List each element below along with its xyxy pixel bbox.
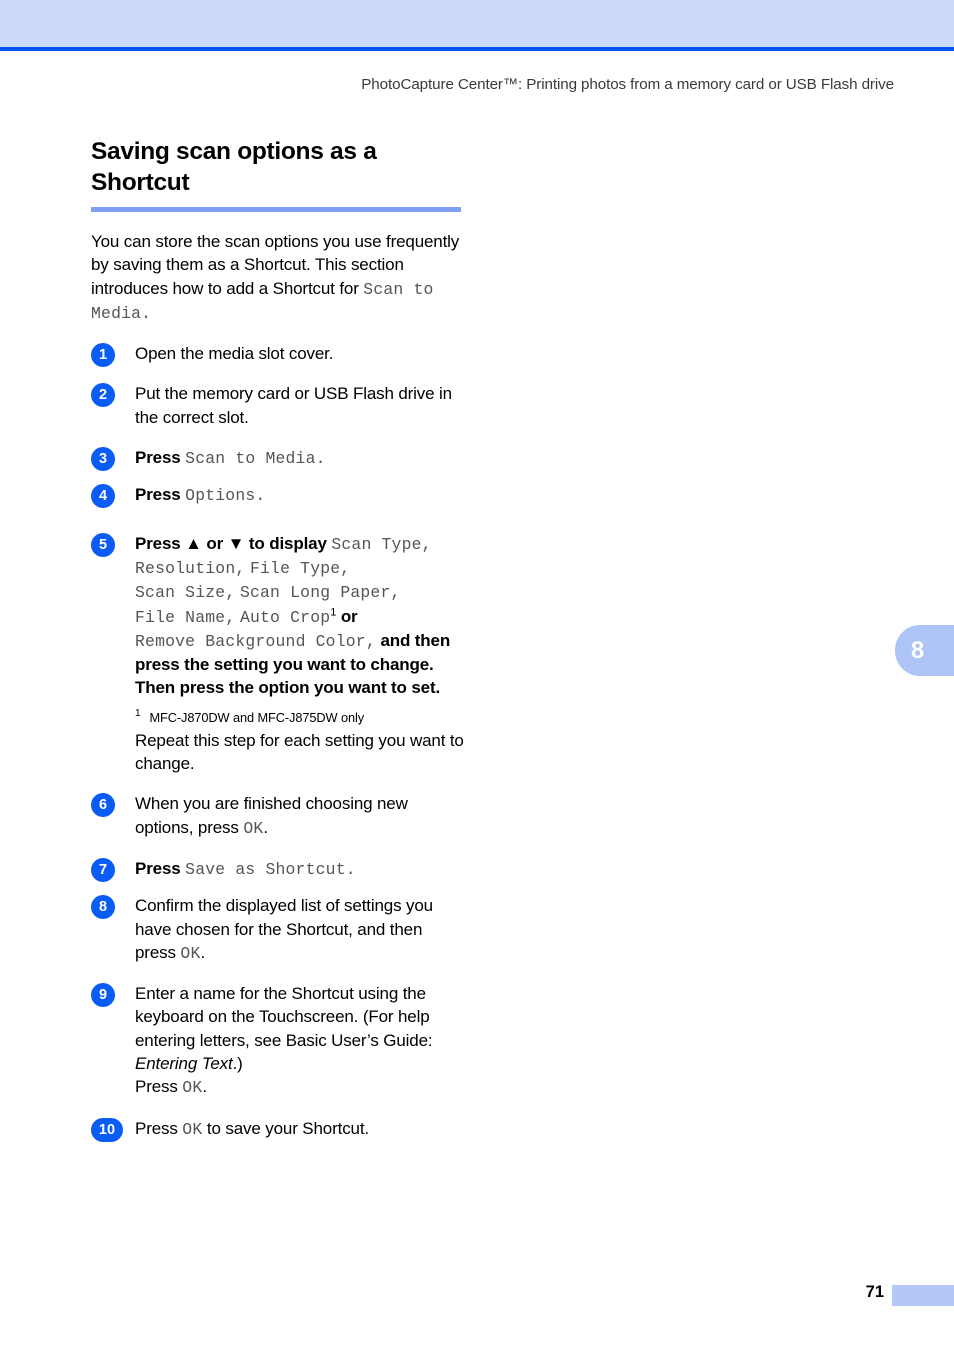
step-list: 1 Open the media slot cover. 2 Put the m… — [91, 342, 466, 1142]
step-number-badge: 9 — [91, 983, 115, 1008]
step-item: 9 Enter a name for the Shortcut using th… — [91, 982, 466, 1099]
press-label: Press — [135, 448, 181, 468]
step-text-after: .) — [232, 1054, 243, 1074]
intro-paragraph: You can store the scan options you use f… — [91, 230, 466, 325]
or-word: or — [340, 606, 358, 626]
step-number-badge: 2 — [91, 383, 115, 408]
step-text-before: Enter a name for the Shortcut using the … — [135, 984, 433, 1050]
step-text: Press Options. — [135, 483, 466, 507]
step-number-badge: 3 — [91, 447, 115, 472]
step-item: 7 Press Save as Shortcut. — [91, 857, 466, 882]
lcd-text: Remove Background Color, — [135, 631, 376, 651]
step-item: 8 Confirm the displayed list of settings… — [91, 894, 466, 965]
header-band — [0, 0, 954, 47]
step5-repeat-note: Repeat this step for each setting you wa… — [135, 730, 464, 774]
page-title: Saving scan options as a Shortcut — [91, 138, 377, 196]
step-item: 10 Press OK to save your Shortcut. — [91, 1117, 466, 1142]
step-number-badge: 1 — [91, 343, 115, 368]
step-text: Press Save as Shortcut. — [135, 857, 466, 881]
step-text: When you are finished choosing new optio… — [135, 792, 466, 840]
step-text-before: When you are finished choosing new optio… — [135, 794, 408, 837]
lcd-text: File Name, — [135, 607, 236, 627]
step-text-after: . — [263, 817, 268, 837]
press-label: Press — [135, 1118, 183, 1138]
chapter-tab: 8 — [895, 625, 954, 676]
lcd-text: Auto Crop — [239, 607, 331, 627]
step-item: 6 When you are finished choosing new opt… — [91, 792, 466, 840]
step-text: Open the media slot cover. — [135, 344, 334, 364]
step-text: Press Scan to Media. — [135, 446, 466, 470]
lcd-text: OK — [180, 943, 201, 963]
lcd-text: Options. — [185, 486, 266, 506]
footnote-text: MFC-J870DW and MFC-J875DW only — [149, 709, 365, 725]
step-text: Confirm the displayed list of settings y… — [135, 894, 466, 965]
step-item: 1 Open the media slot cover. — [91, 342, 466, 368]
footnote: 1 MFC-J870DW and MFC-J875DW only — [135, 709, 466, 726]
lcd-text: File Type, — [249, 558, 351, 578]
step-text: Enter a name for the Shortcut using the … — [135, 982, 466, 1099]
lcd-text: Scan Long Paper, — [239, 583, 401, 603]
step-text: Press OK to save your Shortcut. — [135, 1117, 466, 1141]
step-text-after: to save your Shortcut. — [202, 1118, 369, 1138]
page-number: 71 — [865, 1283, 884, 1301]
guide-reference: Entering Text — [135, 1054, 233, 1074]
press-label: Press — [135, 1077, 183, 1097]
header-rule — [0, 47, 954, 51]
step-item: 5 Press ▲ or ▼ to display Scan Type, Reso… — [91, 532, 466, 776]
step-text: Put the memory card or USB Flash drive i… — [135, 384, 452, 427]
step-item: 3 Press Scan to Media. — [91, 446, 466, 472]
footer-color-block — [892, 1285, 954, 1306]
step-number-badge: 7 — [91, 857, 115, 882]
step5-lead: Press ▲ or ▼ to display — [135, 533, 332, 553]
lcd-text: OK — [182, 1119, 203, 1139]
step-number-badge: 5 — [91, 532, 115, 557]
lcd-text: OK — [243, 818, 264, 838]
footnote-number: 1 — [135, 708, 141, 720]
lcd-text: Scan Size, — [135, 583, 236, 603]
step-number-badge: 6 — [91, 793, 115, 818]
press-label: Press — [135, 485, 181, 505]
lcd-text: Resolution, — [135, 558, 246, 578]
lcd-text: Scan Type, — [331, 534, 432, 554]
press-label: Press — [135, 858, 181, 878]
title-underline — [91, 207, 461, 212]
lcd-text: OK — [182, 1078, 203, 1098]
step-text: Press ▲ or ▼ to display Scan Type, Resolu… — [135, 532, 466, 700]
lcd-text: Save as Shortcut. — [185, 859, 356, 879]
lcd-text: Scan to Media. — [185, 449, 326, 469]
step-number-badge: 8 — [91, 895, 115, 920]
footnote-marker: 1 — [330, 605, 337, 618]
step-number-badge: 10 — [91, 1117, 123, 1142]
step-item: 2 Put the memory card or USB Flash drive… — [91, 382, 466, 429]
content-column: Saving scan options as a Shortcut You ca… — [91, 136, 466, 1158]
press-line-end: . — [202, 1077, 207, 1097]
step-number-badge: 4 — [91, 484, 115, 509]
step-text-after: . — [200, 942, 206, 962]
step-item: 4 Press Options. — [91, 483, 466, 509]
running-head: PhotoCapture Center™: Printing photos fr… — [361, 76, 894, 93]
